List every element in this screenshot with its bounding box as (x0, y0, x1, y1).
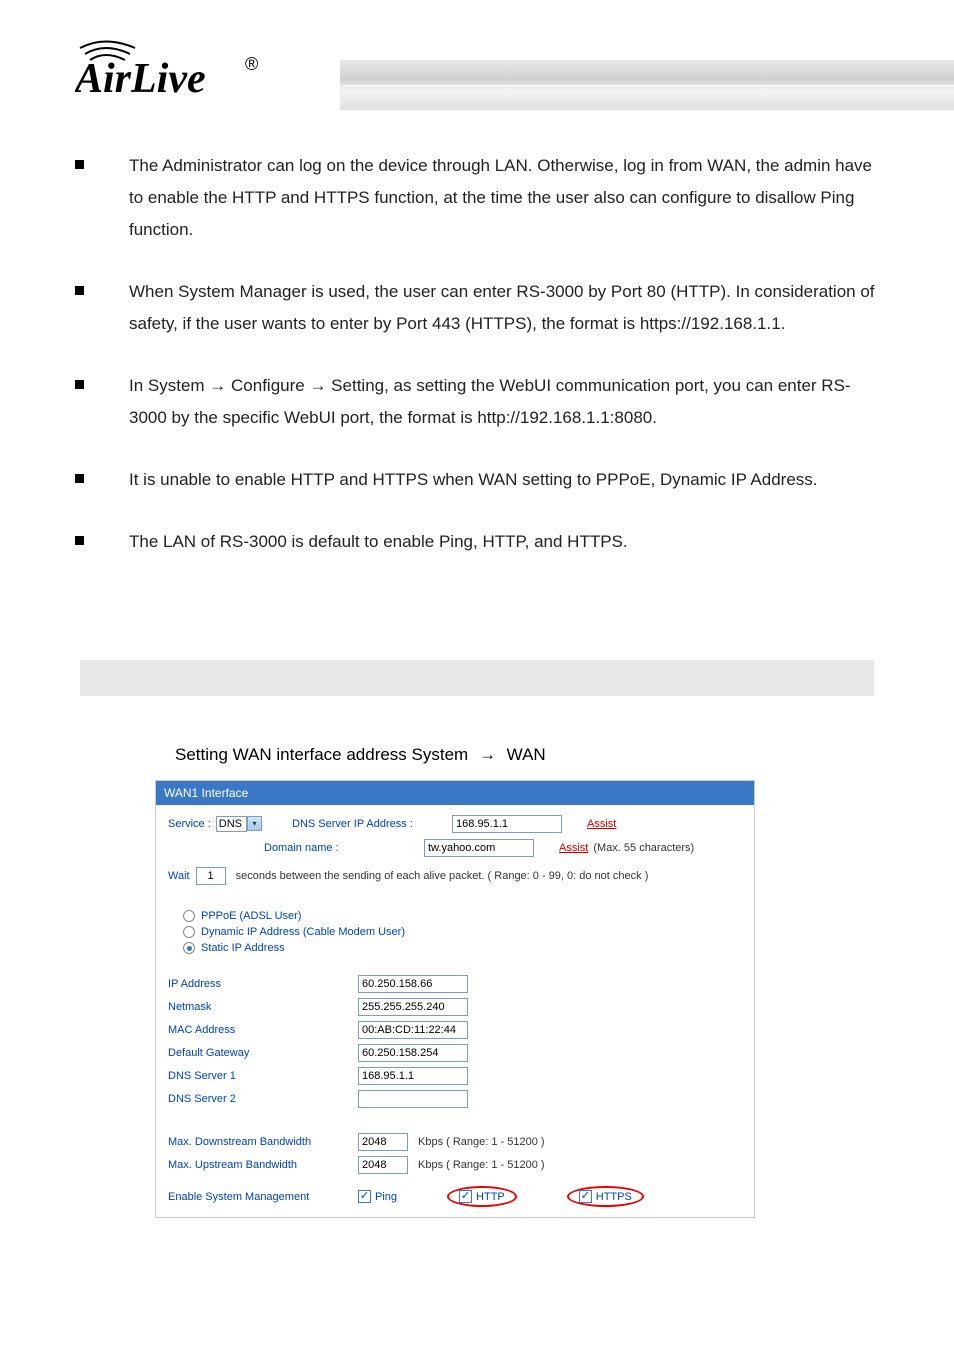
wait-seconds-input[interactable] (196, 867, 226, 885)
bullet-item: It is unable to enable HTTP and HTTPS wh… (75, 464, 879, 496)
assist-link-2[interactable]: Assist (559, 842, 588, 854)
mac-address-row: MAC Address (168, 1021, 742, 1039)
mgmt-label: Enable System Management (168, 1191, 358, 1203)
max-downstream-input[interactable] (358, 1133, 408, 1151)
wait-hint: seconds between the sending of each aliv… (236, 870, 649, 882)
netmask-input[interactable] (358, 998, 468, 1016)
checkbox-icon (358, 1190, 371, 1203)
bullet-item: When System Manager is used, the user ca… (75, 276, 879, 340)
section-divider (80, 660, 874, 696)
bullet-text: The LAN of RS-3000 is default to enable … (129, 526, 628, 558)
svg-text:®: ® (245, 54, 258, 74)
field-label: Netmask (168, 1001, 358, 1013)
radio-label: PPPoE (ADSL User) (201, 910, 301, 922)
bullet-marker (75, 474, 84, 483)
svg-text:AirLive: AirLive (75, 56, 206, 100)
assist-link-1[interactable]: Assist (587, 818, 616, 830)
field-label: DNS Server 2 (168, 1093, 358, 1105)
bullet-text: In System → Configure → Setting, as sett… (129, 370, 879, 434)
arrow-right-icon: → (479, 745, 496, 765)
radio-pppoe[interactable]: PPPoE (ADSL User) (183, 910, 742, 922)
field-label: Max. Upstream Bandwidth (168, 1159, 358, 1171)
mac-address-input[interactable] (358, 1021, 468, 1039)
field-label: Max. Downstream Bandwidth (168, 1136, 358, 1148)
bandwidth-hint: Kbps ( Range: 1 - 51200 ) (418, 1136, 545, 1148)
annotation-circle: HTTPS (567, 1186, 644, 1207)
annotation-circle: HTTP (447, 1186, 517, 1207)
bullet-item: The Administrator can log on the device … (75, 150, 879, 246)
document-body: The Administrator can log on the device … (75, 150, 879, 588)
domain-name-input[interactable] (424, 839, 534, 857)
checkbox-label: HTTPS (596, 1191, 632, 1203)
dns-server-2-input[interactable] (358, 1090, 468, 1108)
bandwidth-hint: Kbps ( Range: 1 - 51200 ) (418, 1159, 545, 1171)
http-checkbox[interactable]: HTTP (459, 1190, 505, 1203)
bullet-text: When System Manager is used, the user ca… (129, 276, 879, 340)
radio-label: Static IP Address (201, 942, 285, 954)
max-downstream-row: Max. Downstream Bandwidth Kbps ( Range: … (168, 1133, 742, 1151)
dns-server-ip-input[interactable] (452, 815, 562, 833)
bullet-marker (75, 380, 84, 389)
ip-address-row: IP Address (168, 975, 742, 993)
instruction-suffix: WAN (507, 745, 546, 764)
max-upstream-row: Max. Upstream Bandwidth Kbps ( Range: 1 … (168, 1156, 742, 1174)
bullet-item: In System → Configure → Setting, as sett… (75, 370, 879, 434)
checkbox-icon (459, 1190, 472, 1203)
domain-name-label: Domain name : (264, 842, 424, 854)
service-label: Service : (168, 818, 211, 830)
bullet-marker (75, 160, 84, 169)
field-label: DNS Server 1 (168, 1070, 358, 1082)
instruction-text: Setting WAN interface address System → W… (175, 745, 546, 765)
brand-logo: AirLive ® (75, 30, 265, 105)
radio-icon (183, 910, 195, 922)
wan-panel-title: WAN1 Interface (156, 781, 754, 805)
netmask-row: Netmask (168, 998, 742, 1016)
checkbox-label: HTTP (476, 1191, 505, 1203)
default-gateway-row: Default Gateway (168, 1044, 742, 1062)
bullet-text: The Administrator can log on the device … (129, 150, 879, 246)
field-label: Default Gateway (168, 1047, 358, 1059)
dns-ip-label: DNS Server IP Address : (292, 818, 452, 830)
header-banner (340, 60, 954, 110)
bullet-text: It is unable to enable HTTP and HTTPS wh… (129, 464, 818, 496)
max-upstream-input[interactable] (358, 1156, 408, 1174)
wan-interface-panel: WAN1 Interface Service : DNS ▾ DNS Serve… (155, 780, 755, 1218)
radio-label: Dynamic IP Address (Cable Modem User) (201, 926, 405, 938)
field-label: IP Address (168, 978, 358, 990)
wait-label: Wait (168, 870, 190, 882)
radio-icon (183, 942, 195, 954)
radio-static-ip[interactable]: Static IP Address (183, 942, 742, 954)
instruction-prefix: Setting WAN interface address System (175, 745, 473, 764)
bullet-marker (75, 286, 84, 295)
checkbox-label: Ping (375, 1191, 397, 1203)
https-checkbox[interactable]: HTTPS (579, 1190, 632, 1203)
dns-server-2-row: DNS Server 2 (168, 1090, 742, 1108)
checkbox-icon (579, 1190, 592, 1203)
radio-dynamic-ip[interactable]: Dynamic IP Address (Cable Modem User) (183, 926, 742, 938)
dns-server-1-row: DNS Server 1 (168, 1067, 742, 1085)
ping-checkbox[interactable]: Ping (358, 1190, 397, 1203)
field-label: MAC Address (168, 1024, 358, 1036)
service-select[interactable]: DNS (216, 816, 247, 832)
enable-system-management-row: Enable System Management Ping HTTP HTTPS (168, 1186, 742, 1207)
chevron-down-icon[interactable]: ▾ (247, 816, 262, 831)
ip-address-input[interactable] (358, 975, 468, 993)
bullet-item: The LAN of RS-3000 is default to enable … (75, 526, 879, 558)
domain-hint: (Max. 55 characters) (593, 842, 694, 854)
default-gateway-input[interactable] (358, 1044, 468, 1062)
bullet-marker (75, 536, 84, 545)
dns-server-1-input[interactable] (358, 1067, 468, 1085)
radio-icon (183, 926, 195, 938)
